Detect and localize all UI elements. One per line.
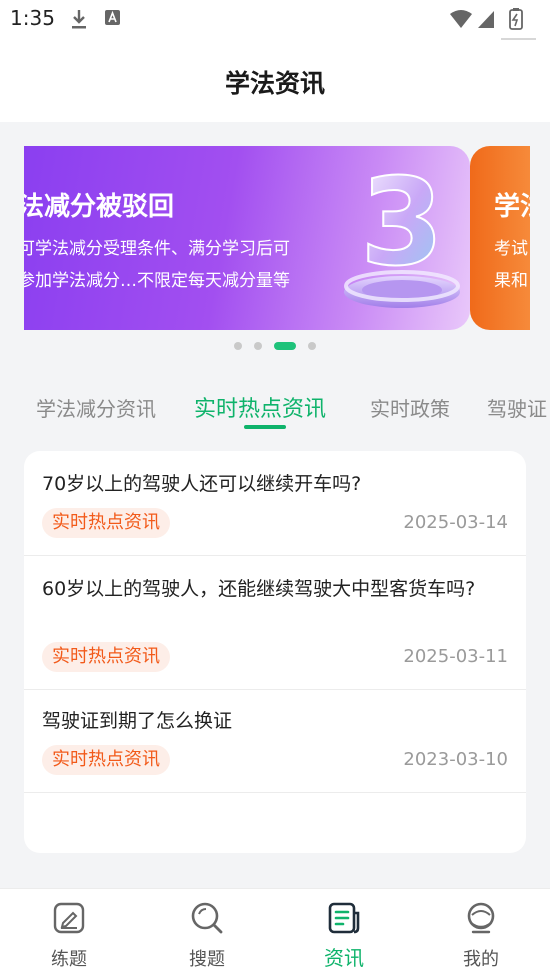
news-category-tag: 实时热点资讯 [42,508,170,538]
carousel-dot [254,342,262,350]
font-app-icon [105,10,120,25]
nav-profile[interactable]: 我的 [412,889,550,979]
news-title: 驾驶证到期了怎么换证 [42,710,233,732]
banner-text-line: 可学法减分受理条件、满分学习后可 [24,239,290,259]
nav-label: 我的 [463,949,499,970]
banner-title: 法减分被驳回 [24,192,175,222]
news-item[interactable]: 驾驶证到期了怎么换证 实时热点资讯 2023-03-10 [24,690,526,793]
news-title: 60岁以上的驾驶人，还能继续驾驶大中型客货车吗? [42,578,476,600]
tab-study-deduction[interactable]: 学法减分资讯 [36,393,156,422]
banner-next-text: 果和 [494,271,528,291]
tab-license[interactable]: 驾驶证 [487,393,547,422]
status-time: 1:35 [10,6,55,30]
active-tab-indicator [244,425,286,429]
number-three-illustration: 3 [344,153,460,308]
news-item[interactable]: 60岁以上的驾驶人，还能继续驾驶大中型客货车吗? 实时热点资讯 2025-03-… [24,556,526,690]
nav-label: 练题 [51,949,87,970]
signal-battery-icons [450,8,523,30]
news-date: 2025-03-14 [403,512,508,533]
nav-label: 资讯 [324,946,364,970]
carousel-dot [308,342,316,350]
search-icon [191,902,223,934]
carousel-dot-active [274,342,296,350]
banner-next-text: 考试 [494,239,528,259]
page-title: 学法资讯 [224,69,325,98]
news-category-tag: 实时热点资讯 [42,745,170,775]
banner-art-digit: 3 [360,154,444,293]
news-icon [328,902,360,934]
practice-icon [53,902,85,934]
banner-text-line: 参加学法减分…不限定每天减分量等 [24,271,290,291]
banner-slide[interactable]: 法减分被驳回 可学法减分受理条件、满分学习后可 参加学法减分…不限定每天减分量等… [24,146,470,330]
download-icon [72,10,86,29]
nav-practice[interactable]: 练题 [0,889,138,979]
header: 学法资讯 [0,40,550,122]
news-title: 70岁以上的驾驶人还可以继续开车吗? [42,473,362,495]
carousel-dot [234,342,242,350]
status-bar: 1:35 7koq [0,0,550,53]
news-date: 2025-03-11 [403,646,508,667]
profile-icon [467,902,495,934]
carousel-indicator [234,342,324,350]
bottom-nav: 练题 搜题 资讯 我的 [0,888,550,979]
news-date: 2023-03-10 [403,749,508,770]
nav-news[interactable]: 资讯 [275,889,413,979]
nav-label: 搜题 [189,949,225,970]
banner-next-slide[interactable]: 学法 考试 果和 [470,146,530,330]
banner-next-title: 学法 [494,192,530,222]
tab-hot-news[interactable]: 实时热点资讯 [194,391,326,423]
category-tabs: 学法减分资讯 实时热点资讯 实时政策 驾驶证 [0,367,550,439]
news-list: 70岁以上的驾驶人还可以继续开车吗? 实时热点资讯 2025-03-14 60岁… [24,451,526,853]
news-item[interactable]: 70岁以上的驾驶人还可以继续开车吗? 实时热点资讯 2025-03-14 [24,451,526,556]
tab-policy[interactable]: 实时政策 [370,393,450,422]
nav-search[interactable]: 搜题 [138,889,276,979]
banner-carousel[interactable]: 法减分被驳回 可学法减分受理条件、满分学习后可 参加学法减分…不限定每天减分量等… [0,122,550,367]
news-category-tag: 实时热点资讯 [42,642,170,672]
